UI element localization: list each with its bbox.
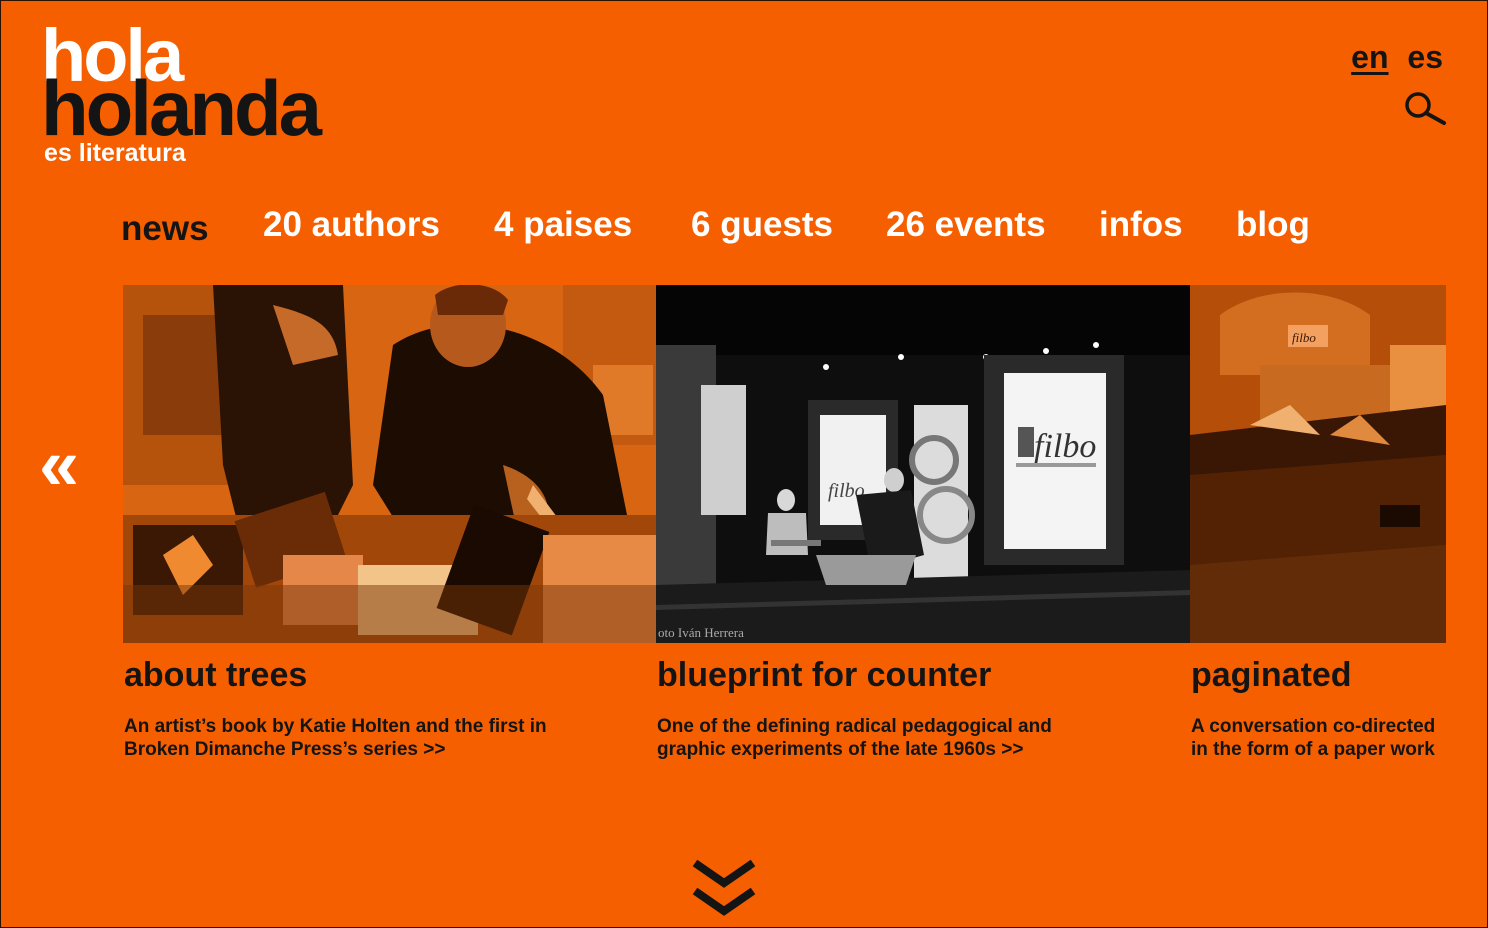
card-description-line: One of the defining radical pedagogical … bbox=[657, 716, 1052, 737]
card-description: One of the defining radical pedagogical … bbox=[657, 715, 1182, 761]
page: hola holanda es literatura en es news 20… bbox=[0, 0, 1488, 928]
nav-item-news[interactable]: news bbox=[121, 205, 209, 253]
card-description: An artist’s book by Katie Holten and the… bbox=[124, 715, 644, 761]
photo-credit: oto Iván Herrera bbox=[658, 625, 744, 640]
card-image-stage-talk[interactable]: filbo filbo oto Iván Herrera bbox=[656, 285, 1191, 643]
news-card-paginated[interactable]: filbo paginated A conversation co-direct… bbox=[1190, 285, 1446, 765]
stage-banner-text: filbo bbox=[1034, 428, 1096, 465]
logo-tagline: es literatura bbox=[44, 139, 186, 167]
book-signing-photo bbox=[123, 285, 656, 643]
site-logo[interactable]: hola holanda es literatura bbox=[41, 19, 401, 169]
search-icon bbox=[1405, 92, 1446, 125]
language-es-link[interactable]: es bbox=[1407, 39, 1443, 75]
nav-item-events[interactable]: 26 events bbox=[886, 201, 1046, 249]
logo-line-holanda: holanda bbox=[41, 64, 322, 152]
nav-item-guests[interactable]: 6 guests bbox=[691, 201, 833, 249]
nav-item-paises[interactable]: 4 paises bbox=[494, 201, 632, 249]
card-title[interactable]: paginated bbox=[1191, 653, 1352, 697]
card-image-fair-crowd[interactable]: filbo bbox=[1190, 285, 1446, 643]
language-en-link[interactable]: en bbox=[1351, 39, 1388, 75]
scroll-down-button[interactable] bbox=[691, 857, 757, 921]
nav-item-infos[interactable]: infos bbox=[1099, 201, 1183, 249]
card-description-line[interactable]: Broken Dimanche Press’s series >> bbox=[124, 738, 644, 761]
nav-item-authors[interactable]: 20 authors bbox=[263, 201, 440, 249]
card-description-line[interactable]: graphic experiments of the late 1960s >> bbox=[657, 738, 1182, 761]
chevron-left-double-icon: « bbox=[39, 425, 80, 505]
card-description-line: A conversation co-directed bbox=[1191, 716, 1436, 737]
news-card-about-trees[interactable]: about trees An artist’s book by Katie Ho… bbox=[123, 285, 656, 765]
card-title[interactable]: about trees bbox=[124, 653, 307, 697]
card-description-line: in the form of a paper work bbox=[1191, 739, 1435, 760]
chevron-down-double-icon bbox=[692, 859, 756, 916]
nav-item-blog[interactable]: blog bbox=[1236, 201, 1310, 249]
card-description: A conversation co-directed in the form o… bbox=[1191, 715, 1447, 761]
news-card-blueprint-for-counter[interactable]: filbo filbo oto Iván Herrera blueprint f… bbox=[656, 285, 1191, 765]
search-button[interactable] bbox=[1403, 91, 1447, 127]
stage-talk-photo: filbo filbo oto Iván Herrera bbox=[656, 285, 1191, 643]
fair-crowd-photo: filbo bbox=[1190, 285, 1446, 643]
card-image-book-signing[interactable] bbox=[123, 285, 656, 643]
card-description-line: An artist’s book by Katie Holten and the… bbox=[124, 716, 547, 737]
main-nav: news 20 authors 4 paises 6 guests 26 eve… bbox=[1, 201, 1487, 251]
fair-sign-text: filbo bbox=[1292, 330, 1316, 345]
carousel-prev-button[interactable]: « bbox=[39, 429, 79, 501]
card-title[interactable]: blueprint for counter bbox=[657, 653, 991, 697]
language-switcher: en es bbox=[1341, 39, 1443, 76]
